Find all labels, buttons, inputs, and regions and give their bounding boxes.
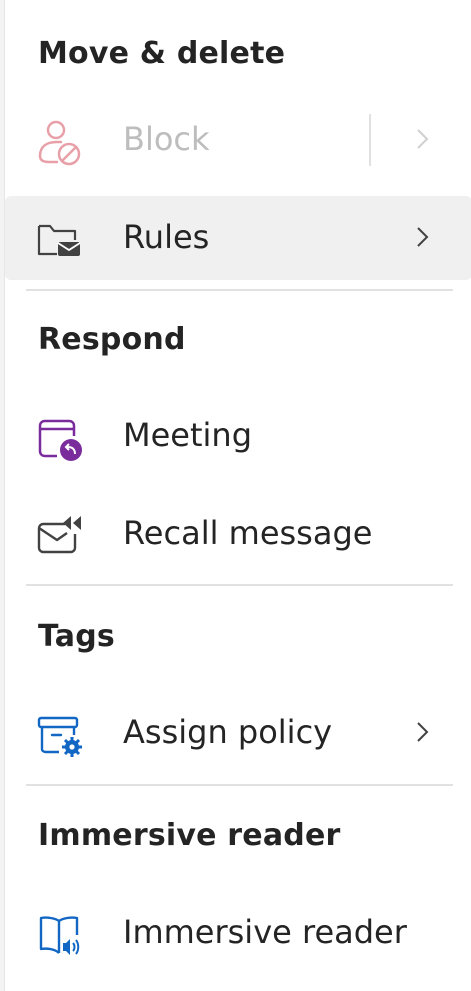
menu-item-label: Immersive reader [123, 913, 407, 951]
chevron-right-icon[interactable] [414, 124, 432, 154]
menu-item-recall-message[interactable]: Recall message [5, 492, 471, 576]
menu-item-label: Rules [123, 218, 210, 256]
divider [26, 584, 453, 586]
block-person-icon [35, 118, 83, 166]
menu-item-label: Meeting [123, 416, 253, 454]
folder-mail-icon [35, 216, 83, 264]
chevron-right-icon [414, 222, 432, 252]
menu-item-block[interactable]: Block [5, 98, 471, 182]
divider [26, 784, 453, 786]
menu-item-label: Recall message [123, 514, 373, 552]
chevron-right-icon [414, 717, 432, 747]
menu-item-immersive-reader[interactable]: Immersive reader [5, 891, 471, 975]
section-header-respond: Respond [38, 322, 186, 357]
menu-item-label: Assign policy [123, 713, 333, 751]
calendar-reply-icon [35, 414, 83, 462]
menu-item-meeting[interactable]: Meeting [5, 394, 471, 478]
section-header-tags: Tags [38, 619, 115, 654]
menu-item-rules[interactable]: Rules [5, 196, 471, 280]
context-menu: Move & delete Block Rules Respond Meetin… [4, 0, 471, 991]
divider [26, 289, 453, 291]
section-header-move-delete: Move & delete [38, 36, 286, 71]
menu-item-label: Block [123, 120, 210, 158]
section-header-immersive-reader: Immersive reader [38, 818, 341, 853]
archive-settings-icon [35, 711, 83, 759]
mail-rewind-icon [35, 512, 83, 560]
menu-item-assign-policy[interactable]: Assign policy [5, 691, 471, 775]
split-divider [369, 114, 371, 166]
book-speaker-icon [35, 911, 83, 959]
